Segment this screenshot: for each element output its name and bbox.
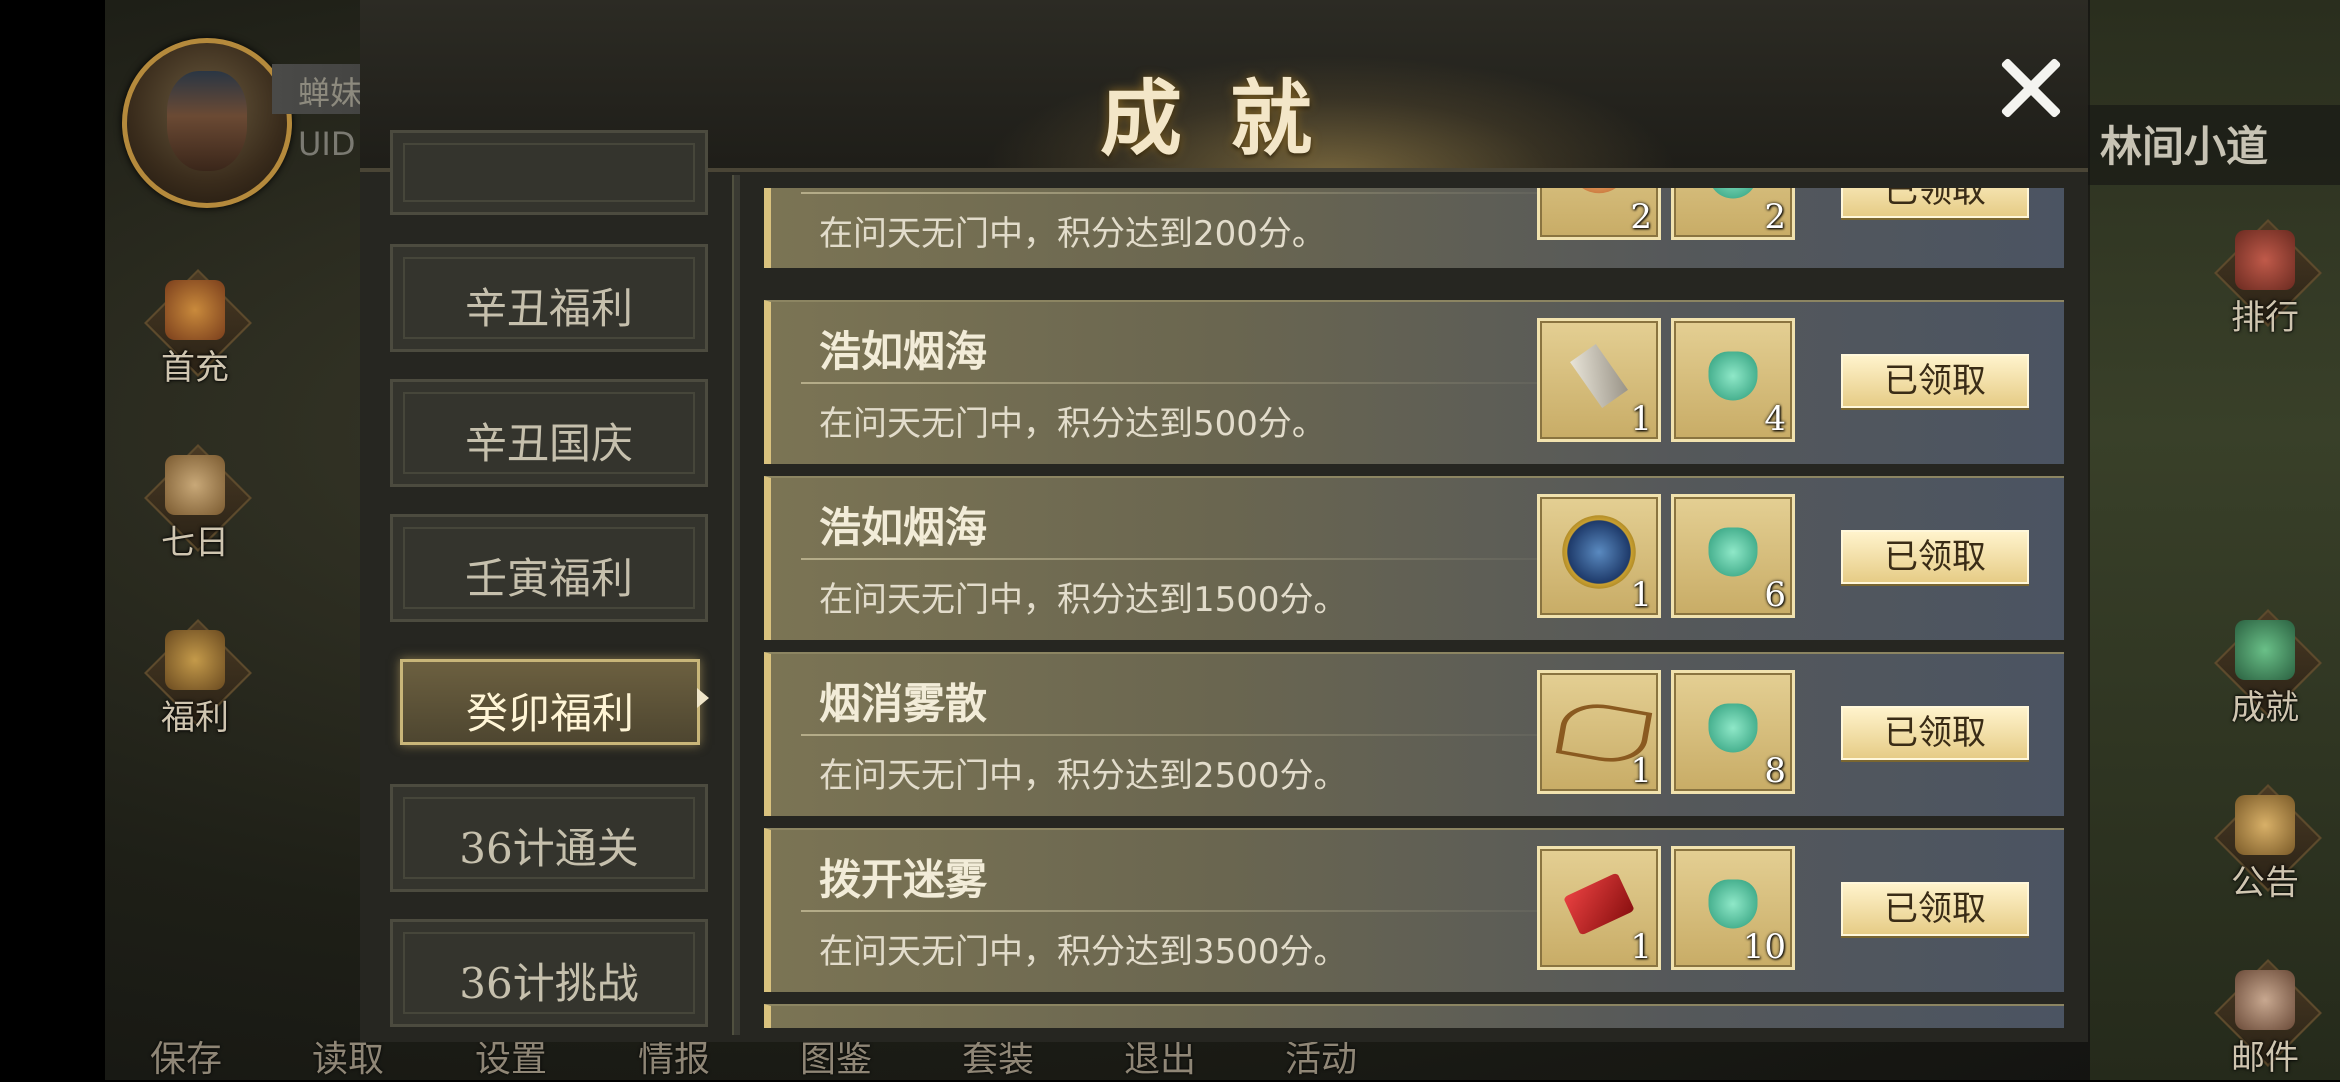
- reward-slot[interactable]: 2: [1537, 188, 1661, 240]
- active-tab-arrow-icon: [697, 688, 709, 708]
- jade-ingot-icon: [1708, 879, 1758, 929]
- menu-announcement[interactable]: 公告: [2205, 775, 2325, 903]
- menu-first-recharge[interactable]: 首充: [135, 260, 255, 388]
- claimed-button[interactable]: 已领取: [1841, 354, 2029, 408]
- menu-ranking[interactable]: 排行: [2205, 210, 2325, 338]
- category-tab[interactable]: 壬寅福利: [390, 514, 708, 622]
- reward-slot[interactable]: 6: [1671, 494, 1795, 618]
- reward-slot[interactable]: 1: [1537, 494, 1661, 618]
- achievement-row: 在问天无门中，积分达到200分。 2 2 已领取: [764, 188, 2064, 268]
- announcement-icon: [2235, 795, 2295, 855]
- achievement-row: 拨开迷雾 在问天无门中，积分达到3500分。 1 10 已领取: [764, 828, 2064, 992]
- compass-orb-icon: [1562, 515, 1636, 589]
- seven-day-icon: [165, 455, 225, 515]
- category-tab-partial[interactable]: [390, 130, 708, 215]
- achievement-icon: [2235, 620, 2295, 680]
- claimed-button[interactable]: 已领取: [1841, 882, 2029, 936]
- achievement-row: 浩如烟海 在问天无门中，积分达到1500分。 1 6 已领取: [764, 476, 2064, 640]
- reward-slot[interactable]: 1: [1537, 318, 1661, 442]
- claimed-button[interactable]: 已领取: [1841, 530, 2029, 584]
- achievement-row: 烟消雾散 在问天无门中，积分达到2500分。 1 8 已领取: [764, 652, 2064, 816]
- panel-divider: [732, 175, 740, 1035]
- reward-slot[interactable]: 4: [1671, 318, 1795, 442]
- ranking-icon: [2235, 230, 2295, 290]
- location-banner: 林间小道: [2085, 105, 2340, 185]
- achievement-row: 浩如烟海 在问天无门中，积分达到500分。 1 4 已领取: [764, 300, 2064, 464]
- reward-slot[interactable]: 10: [1671, 846, 1795, 970]
- location-name: 林间小道: [2100, 122, 2269, 171]
- category-tab-active[interactable]: 癸卯福利: [400, 659, 700, 745]
- menu-seven-day[interactable]: 七日: [135, 435, 255, 563]
- category-tab[interactable]: 辛丑国庆: [390, 379, 708, 487]
- jade-ingot-icon: [1708, 527, 1758, 577]
- jade-ingot-icon: [1708, 188, 1758, 199]
- first-recharge-icon: [165, 280, 225, 340]
- red-book-icon: [1563, 872, 1635, 936]
- claimed-button[interactable]: 已领取: [1841, 188, 2029, 218]
- reward-slot[interactable]: 1: [1537, 670, 1661, 794]
- welfare-gift-icon: [165, 630, 225, 690]
- jade-ingot-icon: [1708, 703, 1758, 753]
- menu-welfare[interactable]: 福利: [135, 610, 255, 738]
- reward-slot[interactable]: 1: [1537, 846, 1661, 970]
- category-tab[interactable]: 36计挑战: [390, 919, 708, 1027]
- close-icon[interactable]: [1990, 48, 2070, 128]
- achievement-row-partial: [764, 1004, 2064, 1028]
- claimed-button[interactable]: 已领取: [1841, 706, 2029, 760]
- category-tab[interactable]: 辛丑福利: [390, 244, 708, 352]
- achievement-list[interactable]: 在问天无门中，积分达到200分。 2 2 已领取 浩如烟海 在问天无门中，积分达…: [764, 188, 2064, 1028]
- menu-achievement[interactable]: 成就: [2205, 600, 2325, 728]
- modal-title: 成就: [1100, 71, 1361, 167]
- jade-ingot-icon: [1708, 351, 1758, 401]
- reward-slot[interactable]: 8: [1671, 670, 1795, 794]
- reward-slot[interactable]: 2: [1671, 188, 1795, 240]
- category-tab[interactable]: 36计通关: [390, 784, 708, 892]
- bottom-save[interactable]: 保存: [150, 1030, 222, 1082]
- scroll-icon: [1570, 344, 1628, 408]
- player-avatar[interactable]: [122, 38, 292, 208]
- menu-mail[interactable]: 邮件: [2205, 950, 2325, 1078]
- mail-icon: [2235, 970, 2295, 1030]
- mooncake-icon: [1574, 188, 1624, 194]
